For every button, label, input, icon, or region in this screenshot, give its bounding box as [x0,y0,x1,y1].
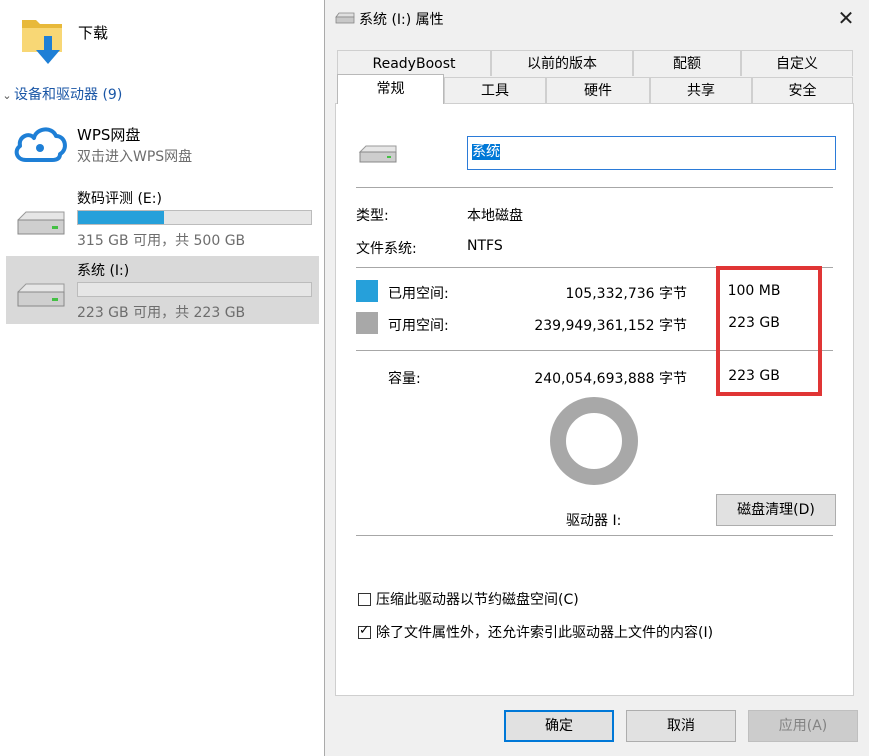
apply-button[interactable]: 应用(A) [748,710,858,742]
tab-previous-versions[interactable]: 以前的版本 [491,50,633,76]
usage-donut-chart [550,397,638,485]
drive-i-item[interactable]: 系统 (I:) 223 GB 可用，共 223 GB [6,256,319,324]
type-label: 类型: [356,208,389,224]
close-icon: ✕ [837,6,855,30]
tab-hardware[interactable]: 硬件 [546,77,650,103]
file-explorer-pane: 下载 ⌄ 设备和驱动器 (9) WPS网盘 双击进入WPS网盘 数码评测 (E:)… [0,0,330,756]
general-tab-panel: 系统 类型: 本地磁盘 文件系统: NTFS 已用空间: 105,332,736… [335,103,854,696]
properties-dialog: 系统 (I:) 属性 ✕ ReadyBoost 以前的版本 配额 自定义 工具 … [324,0,869,756]
drive-e-usage-fill [78,211,165,224]
tab-security[interactable]: 安全 [752,77,853,103]
free-space-swatch [356,312,378,334]
drive-e-item[interactable]: 数码评测 (E:) 315 GB 可用，共 500 GB [6,184,319,252]
free-space-bytes: 239,949,361,152 字节 [534,318,687,334]
capacity-bytes: 240,054,693,888 字节 [534,371,687,387]
drive-letter-label: 驱动器 I: [566,513,622,529]
tab-readyboost[interactable]: ReadyBoost [337,50,491,76]
hard-drive-icon [358,145,397,163]
disk-cleanup-button[interactable]: 磁盘清理(D) [716,494,836,526]
tab-sharing[interactable]: 共享 [650,77,752,103]
used-space-bytes: 105,332,736 字节 [565,286,687,302]
drive-name-value: 系统 [472,144,500,160]
compress-label: 压缩此驱动器以节约磁盘空间(C) [376,592,579,608]
drive-e-name: 数码评测 (E:) [77,191,162,207]
devices-group-header[interactable]: ⌄ 设备和驱动器 (9) [0,84,122,104]
devices-group-label: 设备和驱动器 (9) [14,87,123,103]
hard-drive-icon [17,283,65,307]
drive-icon [335,12,355,24]
downloads-label: 下载 [78,24,109,42]
drive-e-usage-bar [77,210,312,225]
close-button[interactable]: ✕ [831,4,861,32]
filesystem-label: 文件系统: [356,241,417,257]
index-label: 除了文件属性外，还允许索引此驱动器上文件的内容(I) [376,625,714,641]
wps-subtitle: 双击进入WPS网盘 [77,149,193,165]
dialog-title: 系统 (I:) 属性 [359,12,444,28]
drive-i-space-text: 223 GB 可用，共 223 GB [77,305,246,321]
filesystem-value: NTFS [467,238,503,254]
drive-name-input[interactable]: 系统 [467,136,836,170]
used-space-swatch [356,280,378,302]
hard-drive-icon [17,211,65,235]
tab-customize[interactable]: 自定义 [741,50,853,76]
drive-i-usage-bar [77,282,312,297]
tab-quota[interactable]: 配额 [633,50,741,76]
cloud-icon [14,127,67,162]
download-folder-icon [22,20,62,64]
index-checkbox[interactable] [358,623,371,639]
wps-title: WPS网盘 [77,126,141,144]
wps-cloud-item[interactable]: WPS网盘 双击进入WPS网盘 [10,118,320,174]
highlight-box [716,266,822,396]
separator [356,535,833,536]
drive-e-space-text: 315 GB 可用，共 500 GB [77,233,246,249]
tab-general[interactable]: 常规 [337,74,444,104]
cancel-button[interactable]: 取消 [626,710,736,742]
chevron-down-icon: ⌄ [2,89,12,102]
ok-button[interactable]: 确定 [504,710,614,742]
compress-option[interactable]: 压缩此驱动器以节约磁盘空间(C) [358,589,579,609]
tab-tools[interactable]: 工具 [444,77,546,103]
separator [356,187,833,188]
drive-i-name: 系统 (I:) [77,263,130,279]
type-value: 本地磁盘 [467,208,523,224]
compress-checkbox[interactable] [358,593,371,606]
index-option[interactable]: 除了文件属性外，还允许索引此驱动器上文件的内容(I) [358,622,713,642]
